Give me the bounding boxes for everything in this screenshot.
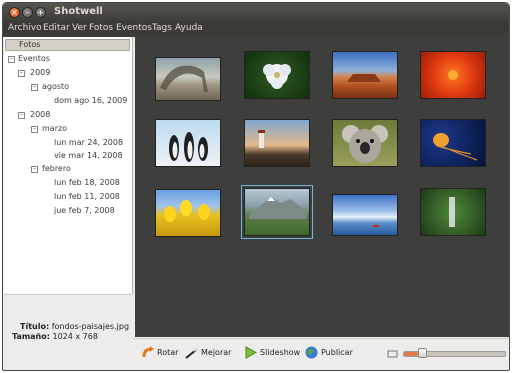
tree-item-eventos[interactable]: Eventos (18, 54, 50, 63)
enhance-label: Mejorar (201, 348, 232, 357)
photo-grid[interactable] (135, 37, 509, 337)
menu-fotos[interactable]: Fotos (89, 23, 113, 33)
publish-button[interactable]: Publicar (305, 346, 353, 359)
menu-tags[interactable]: Tags (152, 23, 172, 33)
penguins-image (169, 132, 208, 162)
menu-ayuda[interactable]: Ayuda (175, 23, 203, 33)
tree-item-year[interactable]: 2008 (30, 110, 50, 119)
photo-thumbnail[interactable] (332, 51, 398, 99)
collapse-icon[interactable]: - (8, 55, 15, 63)
rotate-button[interactable]: Rotar (141, 346, 178, 359)
magic-wand-icon (185, 347, 198, 359)
photo-thumbnail[interactable] (332, 194, 398, 236)
tree-item-month[interactable]: agosto (42, 82, 69, 91)
collapse-icon[interactable]: - (31, 125, 38, 133)
photo-thumbnail[interactable] (155, 189, 221, 237)
tree-item-year[interactable]: 2009 (30, 68, 50, 77)
photo-thumbnail[interactable] (244, 51, 310, 99)
size-label: Tamaño: (12, 332, 50, 341)
desert-mesa-image (347, 74, 381, 82)
photo-info-panel: Título: fondos-paisajes.jpg Tamaño: 1024… (4, 294, 132, 341)
title-label: Título: (20, 322, 50, 331)
tulips-image (164, 200, 210, 222)
rotate-label: Rotar (157, 348, 179, 357)
menu-bar: Archivo Editar Ver Fotos Eventos Tags Ay… (3, 22, 509, 37)
zoom-out-icon[interactable] (387, 349, 399, 358)
jellyfish-image (433, 133, 478, 161)
rotate-icon (142, 346, 154, 358)
collapse-icon[interactable]: - (31, 165, 38, 173)
enhance-button[interactable]: Mejorar (185, 346, 231, 359)
red-flower-image (448, 70, 458, 80)
maximize-icon[interactable]: + (35, 7, 46, 18)
photo-thumbnail[interactable] (155, 57, 221, 101)
zoom-slider-handle[interactable] (418, 348, 427, 358)
info-size-row: Tamaño: 1024 x 768 (12, 332, 98, 341)
tree-item-day[interactable]: lun feb 18, 2008 (54, 178, 120, 187)
photo-thumbnail[interactable] (244, 119, 310, 167)
zoom-slider-fill (404, 352, 418, 356)
photo-thumbnail[interactable] (332, 119, 398, 167)
mountain-landscape-image (249, 197, 307, 219)
winter-lake-image (373, 225, 379, 227)
tree-item-month[interactable]: febrero (42, 164, 71, 173)
slideshow-button[interactable]: Slideshow (244, 346, 300, 359)
slideshow-label: Slideshow (260, 348, 301, 357)
window-title: Shotwell (54, 6, 103, 17)
menu-eventos[interactable]: Eventos (116, 23, 152, 33)
publish-label: Publicar (321, 348, 353, 357)
lighthouse-image (258, 130, 265, 148)
tree-landscape-image (160, 65, 208, 92)
info-title-row: Título: fondos-paisajes.jpg (20, 322, 129, 331)
menu-ver[interactable]: Ver (72, 23, 87, 33)
collapse-icon[interactable]: - (18, 69, 25, 77)
menu-editar[interactable]: Editar (43, 23, 70, 33)
size-value: 1024 x 768 (52, 332, 98, 341)
menu-archivo[interactable]: Archivo (8, 23, 42, 33)
app-window: × – + Shotwell Archivo Editar Ver Fotos … (2, 2, 510, 371)
photo-thumbnail[interactable] (155, 119, 221, 167)
photo-thumbnail[interactable] (420, 51, 486, 99)
sidebar: Fotos - Eventos - 2009 - agosto dom ago … (4, 37, 133, 294)
photo-thumbnail[interactable] (420, 188, 486, 236)
bottom-toolbar: Rotar Mejorar Slideshow Publicar (133, 338, 509, 370)
photo-thumbnail-selected[interactable] (241, 185, 313, 239)
tree-item-day[interactable]: dom ago 16, 2009 (54, 96, 127, 105)
tree-item-day[interactable]: jue feb 7, 2008 (54, 206, 115, 215)
collapse-icon[interactable]: - (18, 111, 25, 119)
tree-item-day[interactable]: lun feb 11, 2008 (54, 192, 120, 201)
title-bar[interactable]: × – + Shotwell (3, 3, 509, 22)
title-value: fondos-paisajes.jpg (51, 322, 130, 331)
white-flower-image (263, 64, 291, 89)
minimize-icon[interactable]: – (22, 7, 33, 18)
waterfall-image (449, 197, 455, 227)
photo-thumbnail[interactable] (420, 119, 486, 167)
zoom-slider[interactable] (403, 348, 506, 358)
play-icon (245, 346, 257, 359)
close-icon[interactable]: × (9, 7, 20, 18)
globe-icon (305, 346, 318, 359)
koala-image (342, 125, 388, 163)
tree-item-month[interactable]: marzo (42, 124, 67, 133)
sidebar-item-fotos[interactable]: Fotos (5, 39, 130, 51)
tree-item-day[interactable]: vie mar 14, 2008 (54, 151, 123, 160)
collapse-icon[interactable]: - (31, 83, 38, 91)
tree-item-day[interactable]: lun mar 24, 2008 (54, 138, 123, 147)
